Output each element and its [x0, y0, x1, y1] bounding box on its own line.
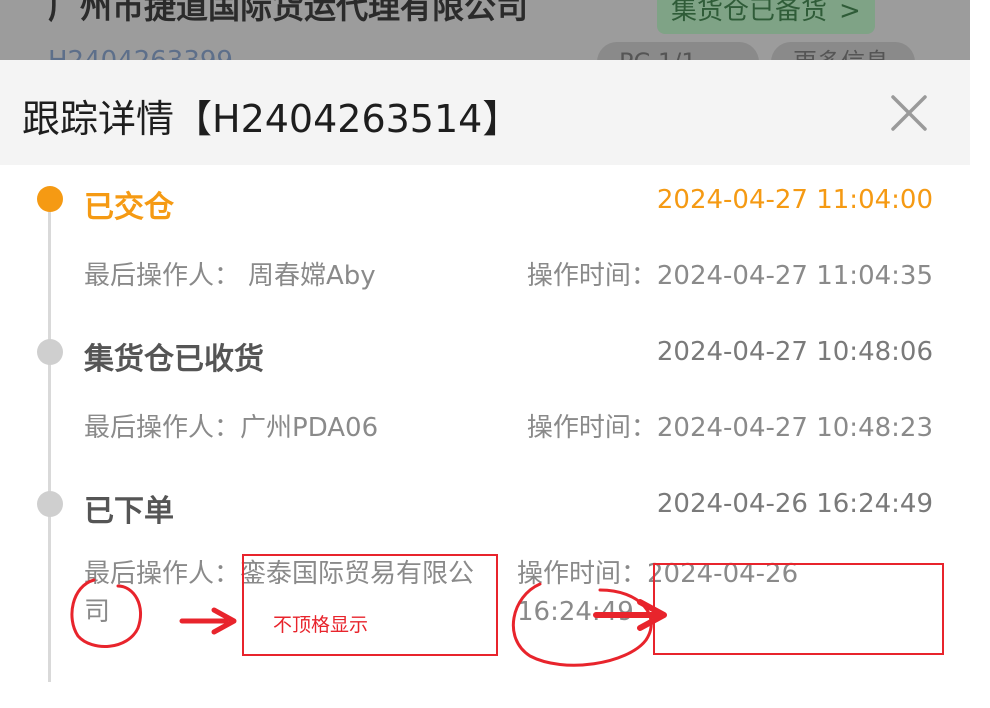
status-chip-label: 集货仓已备货 [671, 0, 828, 26]
status-chip[interactable]: 集货仓已备货 > [657, 0, 875, 34]
step-title: 已下单 [84, 494, 174, 529]
operator-value: 广州PDA06 [240, 413, 379, 443]
close-icon[interactable] [886, 90, 932, 136]
annotation-box-operator [242, 554, 498, 656]
operator-label: 最后操作人： [84, 261, 241, 291]
op-time-label: 操作时间： [526, 413, 657, 443]
op-time-label: 操作时间： [517, 559, 648, 589]
step-time: 2024-04-26 16:24:49 [656, 489, 933, 519]
op-time-label: 操作时间： [526, 261, 657, 291]
op-time-row: 操作时间：2024-04-27 11:04:35 [527, 255, 933, 292]
operator-row: 最后操作人：广州PDA06 [84, 407, 378, 444]
company-name: 广州市捷道国际货运代理有限公司 [48, 0, 529, 26]
op-time-value: 2024-04-27 11:04:35 [656, 261, 933, 291]
annotation-note: 不顶格显示 [273, 614, 369, 636]
chevron-right-icon: > [839, 0, 861, 26]
op-time-row: 操作时间：2024-04-27 10:48:23 [527, 407, 933, 444]
step-title: 已交仓 [84, 190, 174, 225]
sheet-header: 跟踪详情【H2404263514】 [0, 60, 970, 165]
operator-row: 最后操作人： 周春嫦Aby [84, 255, 376, 292]
step-time: 2024-04-27 10:48:06 [656, 337, 933, 367]
step-title: 集货仓已收货 [84, 342, 264, 377]
annotation-box-time [653, 563, 944, 655]
sheet-title: 跟踪详情【H2404263514】 [22, 97, 521, 141]
timeline-dot [37, 491, 63, 517]
operator-label: 最后操作人： [84, 413, 241, 443]
operator-value: 周春嫦Aby [248, 261, 376, 291]
op-time-value: 2024-04-27 10:48:23 [656, 413, 933, 443]
timeline-dot [37, 339, 63, 365]
timeline-dot-active [37, 186, 63, 212]
operator-label: 最后操作人： [84, 559, 241, 589]
step-time: 2024-04-27 11:04:00 [656, 185, 933, 215]
timeline-rail [48, 200, 51, 682]
